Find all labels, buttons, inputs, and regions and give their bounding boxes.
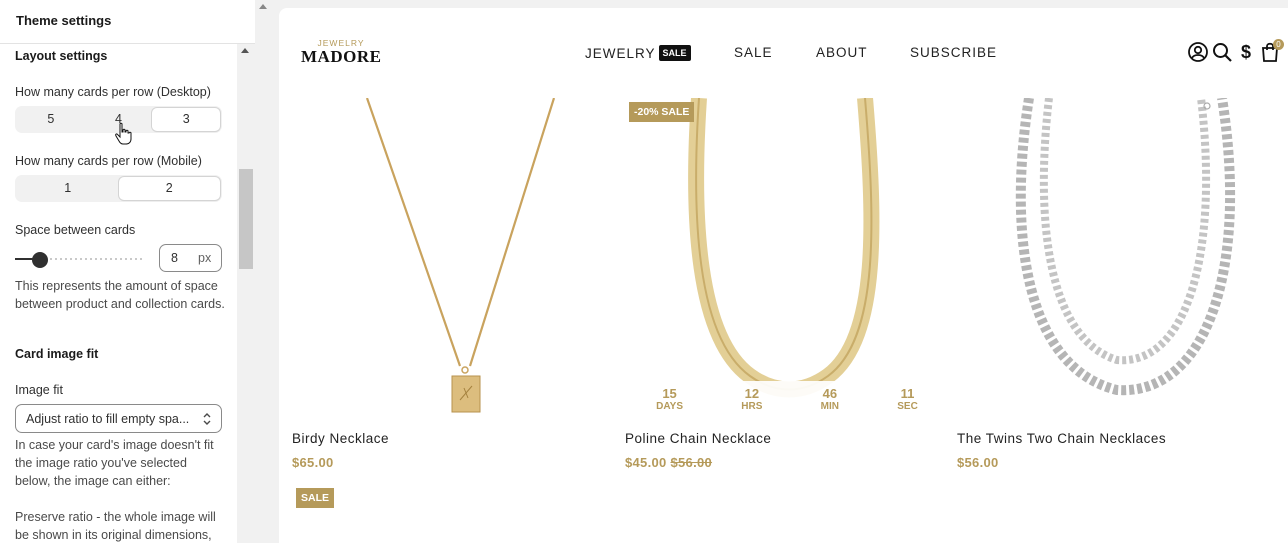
- countdown-minutes: 46 MIN: [820, 386, 839, 413]
- sale-countdown: 15 DAYS 12 HRS 46 MIN 11 SEC: [627, 381, 947, 419]
- hand-cursor-icon: [115, 122, 132, 145]
- panel-title: Theme settings: [0, 0, 255, 44]
- image-fit-value: Adjust ratio to fill empty spa...: [26, 412, 190, 426]
- section-title-layout: Layout settings: [15, 49, 108, 63]
- next-row-sale-badge: SALE: [296, 488, 335, 508]
- space-help-text: This represents the amount of space betw…: [15, 279, 225, 311]
- nav-jewelry[interactable]: JEWELRY SALE: [585, 45, 691, 61]
- store-preview: JEWELRY MADORE JEWELRY SALE SALE ABOUT SU…: [279, 8, 1288, 543]
- product-image-twins-chain[interactable]: [957, 98, 1282, 424]
- nav-subscribe[interactable]: SUBSCRIBE: [910, 45, 997, 60]
- image-fit-help-text: In case your card's image doesn't fit th…: [15, 438, 214, 488]
- mobile-cards-segmented: 1 2: [15, 175, 222, 202]
- theme-settings-panel: Theme settings Layout settings How many …: [0, 0, 255, 543]
- nav-jewelry-label: JEWELRY: [585, 46, 656, 61]
- product-image-birdy-necklace[interactable]: [292, 98, 600, 424]
- currency-icon[interactable]: $: [1235, 41, 1257, 63]
- mobile-option-2[interactable]: 2: [118, 177, 220, 200]
- twins-chain-image: [1015, 98, 1236, 396]
- preserve-help-text: Preserve ratio - the whole image will be…: [15, 510, 216, 542]
- search-icon[interactable]: [1211, 41, 1233, 63]
- store-logo[interactable]: JEWELRY MADORE: [301, 38, 381, 66]
- countdown-hours: 12 HRS: [741, 386, 763, 413]
- desktop-option-5[interactable]: 5: [17, 108, 85, 131]
- desktop-option-3[interactable]: 3: [152, 108, 221, 131]
- product-image-poline-chain[interactable]: [625, 98, 950, 424]
- product-title-2[interactable]: Poline Chain Necklace: [625, 431, 771, 446]
- select-chevron-icon: [203, 413, 211, 425]
- product-badge-2: -20% SALE: [629, 102, 695, 122]
- poline-chain-image: [688, 98, 880, 398]
- space-unit: px: [198, 251, 212, 265]
- nav-about[interactable]: ABOUT: [816, 45, 868, 60]
- section-title-card-fit: Card image fit: [15, 347, 99, 361]
- panel-gutter: [255, 0, 278, 543]
- countdown-seconds: 11 SEC: [897, 386, 918, 413]
- birdy-necklace-image: [365, 98, 556, 413]
- price-current-1: $65.00: [292, 455, 334, 470]
- space-between-label: Space between cards: [15, 223, 136, 237]
- product-title-3[interactable]: The Twins Two Chain Necklaces: [957, 431, 1166, 446]
- price-current-3: $56.00: [957, 455, 999, 470]
- nav-sale[interactable]: SALE: [734, 45, 773, 60]
- product-title-1[interactable]: Birdy Necklace: [292, 431, 389, 446]
- product-price-2: $45.00 $56.00: [625, 455, 712, 470]
- product-price-3: $56.00: [957, 455, 999, 470]
- account-icon[interactable]: [1187, 41, 1209, 63]
- image-fit-select[interactable]: Adjust ratio to fill empty spa...: [15, 404, 222, 433]
- gutter-scroll-up-icon[interactable]: [259, 4, 267, 9]
- mobile-option-1[interactable]: 1: [17, 177, 119, 200]
- mobile-cards-label: How many cards per row (Mobile): [15, 154, 202, 168]
- settings-scrollbar[interactable]: [237, 44, 255, 543]
- desktop-cards-label: How many cards per row (Desktop): [15, 85, 211, 99]
- cart-count-badge: 0: [1273, 39, 1284, 50]
- space-value-input[interactable]: 8 px: [159, 244, 222, 272]
- image-fit-label: Image fit: [15, 383, 63, 397]
- scroll-up-arrow-icon[interactable]: [241, 48, 249, 53]
- product-price-1: $65.00: [292, 455, 334, 470]
- space-slider-handle[interactable]: [32, 252, 48, 268]
- svg-text:$: $: [1241, 42, 1251, 62]
- logo-main-text: MADORE: [301, 47, 382, 66]
- scroll-thumb[interactable]: [239, 169, 253, 269]
- settings-scroll-area[interactable]: Layout settings How many cards per row (…: [0, 44, 237, 543]
- price-old-2: $56.00: [670, 455, 713, 470]
- nav-sale-badge: SALE: [658, 45, 691, 61]
- countdown-days: 15 DAYS: [656, 386, 683, 413]
- space-value: 8: [171, 251, 178, 265]
- price-current-2: $45.00: [625, 455, 667, 470]
